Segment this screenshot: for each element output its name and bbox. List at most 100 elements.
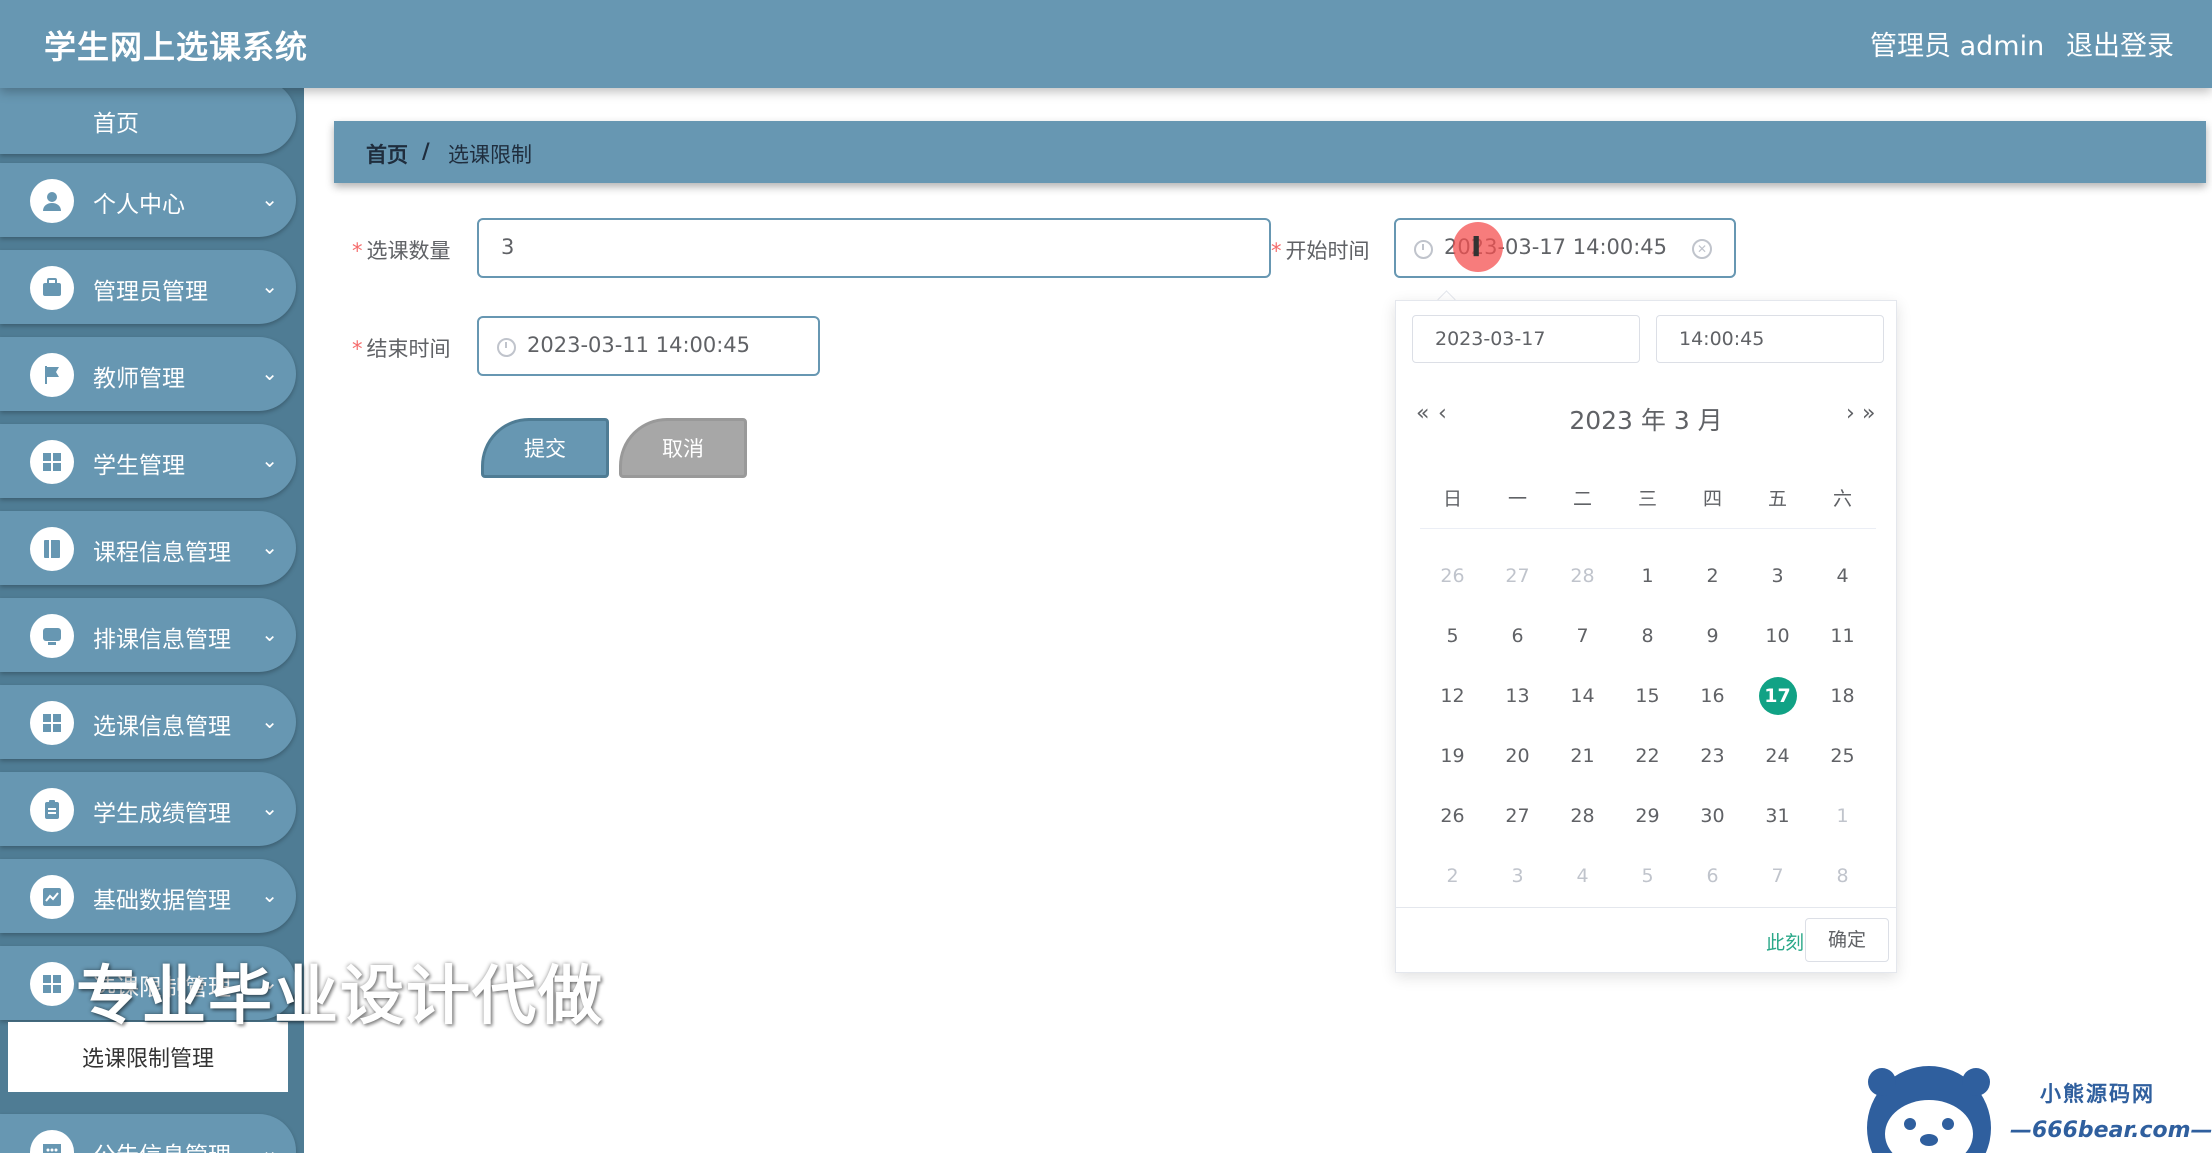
weekday-label: 二 (1572, 488, 1592, 510)
next-year-icon[interactable]: » (1862, 401, 1875, 426)
user-icon (30, 179, 74, 223)
start-time-input[interactable]: 2023-03-17 14:00:45 ✕ (1394, 218, 1736, 278)
grid-icon (30, 701, 74, 745)
sidebar-item-label: 排课信息管理 (93, 627, 231, 653)
chart-icon (30, 875, 74, 919)
calendar-week: 19 20 21 22 23 24 25 (1420, 726, 1876, 786)
calendar-day[interactable]: 12 (1420, 666, 1485, 726)
calendar-day[interactable]: 25 (1810, 726, 1875, 786)
calendar-day[interactable]: 7 (1550, 606, 1615, 666)
calendar-day[interactable]: 27 (1485, 786, 1550, 846)
calendar-day[interactable]: 9 (1680, 606, 1745, 666)
chevron-down-icon: ⌄ (261, 796, 278, 820)
calendar-week: 5 6 7 8 9 10 11 (1420, 606, 1876, 666)
calendar-day[interactable]: 28 (1550, 786, 1615, 846)
sidebar-item-basic-data-management[interactable]: 基础数据管理 ⌄ (0, 859, 296, 933)
sidebar-item-personal-center[interactable]: 个人中心 ⌄ (0, 163, 296, 237)
calendar-day[interactable]: 26 (1420, 546, 1485, 606)
calendar-day[interactable]: 27 (1485, 546, 1550, 606)
sidebar-item-label: 选课信息管理 (93, 714, 231, 740)
now-button[interactable]: 此刻 (1766, 928, 1804, 955)
calendar-day[interactable]: 18 (1810, 666, 1875, 726)
calendar-day[interactable]: 3 (1485, 846, 1550, 906)
submit-button[interactable]: 提交 (481, 418, 609, 478)
cursor-highlight (1453, 222, 1503, 272)
picker-date-input[interactable]: 2023-03-17 (1412, 315, 1640, 363)
calendar-day[interactable]: 14 (1550, 666, 1615, 726)
calendar-day[interactable]: 13 (1485, 666, 1550, 726)
confirm-button[interactable]: 确定 (1805, 918, 1889, 962)
calendar-day[interactable]: 6 (1680, 846, 1745, 906)
clear-icon[interactable]: ✕ (1692, 239, 1712, 259)
book-icon (30, 527, 74, 571)
chevron-down-icon: ⌄ (261, 622, 278, 646)
breadcrumb-home[interactable]: 首页 (366, 139, 408, 169)
weekday-header: 日 一 二 三 四 五 六 (1420, 484, 1876, 511)
chevron-down-icon: ⌄ (261, 883, 278, 907)
calendar-day[interactable]: 29 (1615, 786, 1680, 846)
calendar-day[interactable]: 4 (1810, 546, 1875, 606)
calendar-day[interactable]: 8 (1810, 846, 1875, 906)
calendar-day[interactable]: 5 (1420, 606, 1485, 666)
end-time-input[interactable]: 2023-03-11 14:00:45 (477, 316, 820, 376)
sidebar-item-teacher-management[interactable]: 教师管理 ⌄ (0, 337, 296, 411)
calendar-day[interactable]: 23 (1680, 726, 1745, 786)
calendar-day[interactable]: 31 (1745, 786, 1810, 846)
sidebar-item-notice-management[interactable]: 公告信息管理 ⌄ (0, 1114, 296, 1153)
calendar-day[interactable]: 16 (1680, 666, 1745, 726)
calendar-day[interactable]: 22 (1615, 726, 1680, 786)
calendar-day[interactable]: 11 (1810, 606, 1875, 666)
sidebar-item-label: 首页 (93, 111, 139, 137)
breadcrumb: 首页 / 选课限制 (334, 121, 2206, 183)
calendar-day[interactable]: 26 (1420, 786, 1485, 846)
watermark-url: —666bear.com— (2010, 1118, 2212, 1143)
top-header: 学生网上选课系统 管理员 admin 退出登录 (0, 0, 2212, 88)
picker-time-input[interactable]: 14:00:45 (1656, 315, 1884, 363)
calendar-day[interactable]: 21 (1550, 726, 1615, 786)
watermark-brand: 小熊源码网 (2040, 1082, 2155, 1106)
logout-link[interactable]: 退出登录 (2066, 24, 2174, 63)
sidebar-item-enrollment-management[interactable]: 选课信息管理 ⌄ (0, 685, 296, 759)
chevron-down-icon: ⌄ (261, 1138, 278, 1153)
start-time-label-text: 开始时间 (1285, 239, 1370, 263)
calendar-day[interactable]: 15 (1615, 666, 1680, 726)
calendar-day[interactable]: 19 (1420, 726, 1485, 786)
calendar-day[interactable]: 3 (1745, 546, 1810, 606)
app-title: 学生网上选课系统 (44, 28, 309, 66)
sidebar-item-grade-management[interactable]: 学生成绩管理 ⌄ (0, 772, 296, 846)
sidebar-item-home[interactable]: 首页 (0, 88, 296, 154)
calendar-day[interactable]: 5 (1615, 846, 1680, 906)
sidebar-item-student-management[interactable]: 学生管理 ⌄ (0, 424, 296, 498)
sidebar-item-schedule-management[interactable]: 排课信息管理 ⌄ (0, 598, 296, 672)
calendar-day[interactable]: 1 (1810, 786, 1875, 846)
calendar-day[interactable]: 6 (1485, 606, 1550, 666)
grid-icon (30, 962, 74, 1006)
calendar-day[interactable]: 7 (1745, 846, 1810, 906)
chevron-down-icon: ⌄ (261, 361, 278, 385)
sidebar-item-admin-management[interactable]: 管理员管理 ⌄ (0, 250, 296, 324)
calendar-day[interactable]: 1 (1615, 546, 1680, 606)
calendar-day[interactable]: 2 (1680, 546, 1745, 606)
calendar-day-selected[interactable]: 17 (1745, 666, 1810, 726)
monitor-icon (30, 614, 74, 658)
calendar-day[interactable]: 24 (1745, 726, 1810, 786)
sidebar-item-course-info-management[interactable]: 课程信息管理 ⌄ (0, 511, 296, 585)
calendar-day[interactable]: 20 (1485, 726, 1550, 786)
sidebar-item-label: 管理员管理 (93, 279, 208, 305)
calendar-day[interactable]: 30 (1680, 786, 1745, 846)
calendar-week: 2 3 4 5 6 7 8 (1420, 846, 1876, 906)
chevron-down-icon: ⌄ (261, 448, 278, 472)
sidebar-item-label: 学生成绩管理 (93, 801, 231, 827)
calendar-day[interactable]: 4 (1550, 846, 1615, 906)
cancel-button[interactable]: 取消 (619, 418, 747, 478)
briefcase-icon (30, 266, 74, 310)
calendar-day[interactable]: 8 (1615, 606, 1680, 666)
next-month-icon[interactable]: › (1846, 401, 1855, 426)
sidebar-item-label: 课程信息管理 (93, 540, 231, 566)
calendar-day[interactable]: 2 (1420, 846, 1485, 906)
course-count-input[interactable]: 3 (477, 218, 1271, 278)
calendar-day[interactable]: 28 (1550, 546, 1615, 606)
calendar-day[interactable]: 10 (1745, 606, 1810, 666)
current-user-label: 管理员 admin (1870, 31, 2045, 62)
course-count-label: * 选课数量 (352, 235, 451, 265)
